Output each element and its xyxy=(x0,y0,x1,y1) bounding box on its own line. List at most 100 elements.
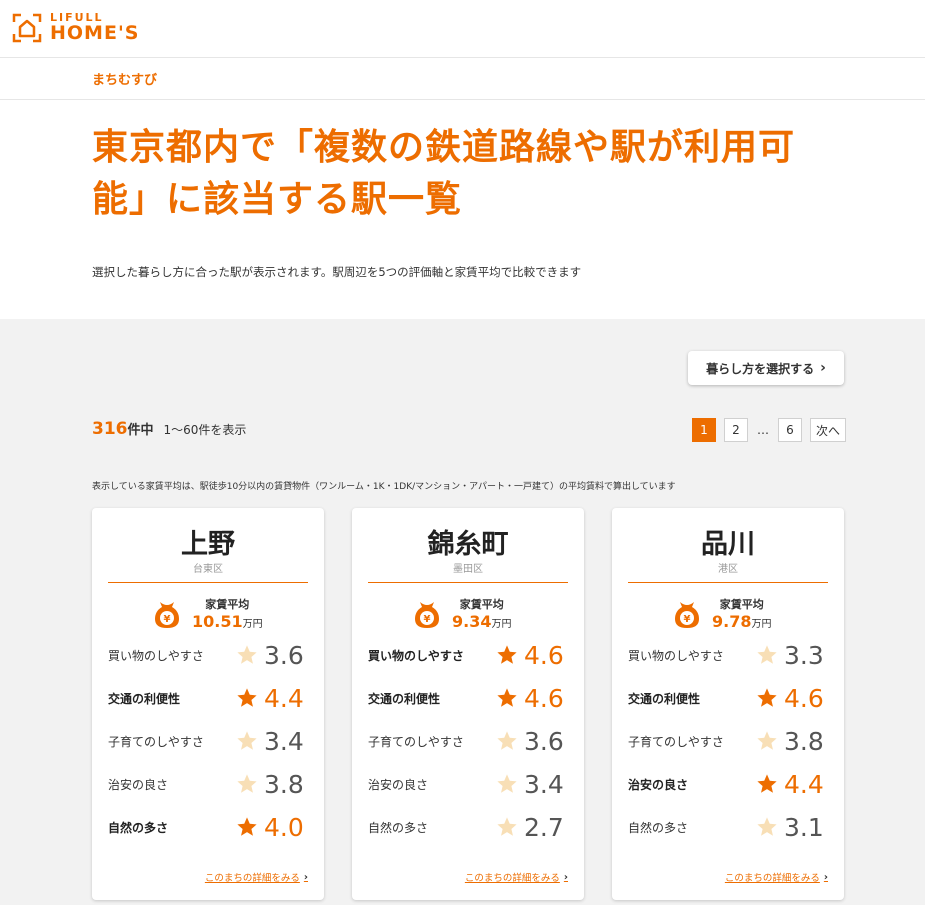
station-card[interactable]: 品川 港区 ¥ 家賃平均 9.78万円 買い物のしやすさ 3.3 交通の利便性 4… xyxy=(612,508,844,900)
metric-score: 3.4 xyxy=(264,726,304,756)
station-ward: 墨田区 xyxy=(453,564,483,575)
star-icon xyxy=(497,688,517,707)
metric-row: 治安の良さ 3.4 xyxy=(368,769,570,799)
metric-row: 子育てのしやすさ 3.4 xyxy=(108,726,310,756)
rent-unit: 万円 xyxy=(242,619,263,630)
star-icon xyxy=(237,645,257,664)
metric-label: 治安の良さ xyxy=(368,777,429,792)
town-detail-label: このまちの詳細をみる xyxy=(464,873,560,884)
star-icon xyxy=(757,731,777,750)
metric-row: 治安の良さ 3.8 xyxy=(108,769,310,799)
yen-purse-icon: ¥ xyxy=(415,601,439,628)
metric-score: 4.6 xyxy=(784,683,824,713)
metric-row: 買い物のしやすさ 3.6 xyxy=(108,640,310,670)
chevron-right-icon: › xyxy=(820,360,826,376)
metric-row: 交通の利便性 4.6 xyxy=(368,683,570,713)
town-detail-link[interactable]: このまちの詳細をみる › xyxy=(464,870,568,885)
town-detail-label: このまちの詳細をみる xyxy=(204,873,300,884)
metric-label: 自然の多さ xyxy=(368,820,429,835)
metric-label: 交通の利便性 xyxy=(108,691,181,706)
divider xyxy=(628,582,828,583)
metric-row: 治安の良さ 4.4 xyxy=(628,769,830,799)
page-2-button[interactable]: 2 xyxy=(724,418,748,442)
rent-average-note: 表示している家賃平均は、駅徒歩10分以内の賃貸物件（ワンルーム・1K・1DK/マ… xyxy=(92,482,676,492)
divider xyxy=(368,582,568,583)
metric-label: 自然の多さ xyxy=(628,820,689,835)
metric-score: 3.8 xyxy=(264,769,304,799)
metric-score: 4.4 xyxy=(264,683,304,713)
metric-row: 交通の利便性 4.6 xyxy=(628,683,830,713)
logo-main-text: HOME'S xyxy=(50,22,140,44)
rent-average: ¥ 家賃平均 9.34万円 xyxy=(410,596,511,631)
metric-score: 2.7 xyxy=(524,812,564,842)
select-lifestyle-button[interactable]: 暮らし方を選択する › xyxy=(688,351,844,385)
town-detail-link[interactable]: このまちの詳細をみる › xyxy=(724,870,828,885)
metric-label: 子育てのしやすさ xyxy=(628,734,724,749)
star-icon xyxy=(497,645,517,664)
metric-label: 子育てのしやすさ xyxy=(108,734,204,749)
rent-value: 9.34 xyxy=(452,612,492,631)
star-icon xyxy=(497,731,517,750)
metric-row: 自然の多さ 4.0 xyxy=(108,812,310,842)
metric-score: 4.6 xyxy=(524,640,564,670)
yen-purse-icon: ¥ xyxy=(155,601,179,628)
star-icon xyxy=(497,817,517,836)
station-name: 上野 xyxy=(181,529,235,560)
star-icon xyxy=(757,774,777,793)
next-page-button[interactable]: 次へ xyxy=(810,418,847,442)
star-icon xyxy=(757,645,777,664)
metric-row: 子育てのしやすさ 3.8 xyxy=(628,726,830,756)
metric-label: 買い物のしやすさ xyxy=(368,648,464,663)
metric-label: 買い物のしやすさ xyxy=(628,648,724,663)
metric-score: 3.1 xyxy=(784,812,824,842)
yen-purse-icon: ¥ xyxy=(675,601,699,628)
page-1-button[interactable]: 1 xyxy=(692,418,716,442)
metric-label: 自然の多さ xyxy=(108,820,169,835)
svg-text:¥: ¥ xyxy=(684,614,691,625)
rent-average: ¥ 家賃平均 9.78万円 xyxy=(670,596,771,631)
star-icon xyxy=(497,774,517,793)
chevron-right-icon: › xyxy=(563,871,568,883)
metric-score: 3.8 xyxy=(784,726,824,756)
metric-row: 子育てのしやすさ 3.6 xyxy=(368,726,570,756)
metric-row: 自然の多さ 3.1 xyxy=(628,812,830,842)
machimusubi-link[interactable]: まちむすび xyxy=(92,69,157,88)
metric-score: 3.6 xyxy=(524,726,564,756)
result-total-unit: 件中 xyxy=(127,423,154,438)
chevron-right-icon: › xyxy=(303,871,308,883)
svg-text:¥: ¥ xyxy=(424,614,431,625)
station-card[interactable]: 上野台東区 ¥ 家賃平均 10.51万円 買い物のしやすさ 3.6 交通の利便性… xyxy=(92,508,324,900)
metric-score: 3.4 xyxy=(524,769,564,799)
star-icon xyxy=(237,731,257,750)
result-count: 316 件中 1〜60件を表示 xyxy=(92,419,246,439)
rent-average: ¥ 家賃平均 10.51万円 xyxy=(150,596,263,631)
star-icon xyxy=(757,688,777,707)
station-ward: 港区 xyxy=(718,564,738,575)
rent-value: 9.78 xyxy=(712,612,752,631)
town-detail-link[interactable]: このまちの詳細をみる › xyxy=(204,870,308,885)
svg-text:¥: ¥ xyxy=(164,614,171,625)
star-icon xyxy=(237,817,257,836)
page-6-button[interactable]: 6 xyxy=(778,418,802,442)
metric-label: 交通の利便性 xyxy=(628,691,701,706)
metric-label: 子育てのしやすさ xyxy=(368,734,464,749)
station-card[interactable]: 錦糸町墨田区 ¥ 家賃平均 9.34万円 買い物のしやすさ 4.6 交通の利便性… xyxy=(352,508,584,900)
station-name: 錦糸町 xyxy=(427,529,509,560)
metric-label: 交通の利便性 xyxy=(368,691,441,706)
site-logo[interactable]: LIFULL HOME'S xyxy=(12,12,139,43)
station-ward: 台東区 xyxy=(193,564,223,575)
rent-label: 家賃平均 xyxy=(459,598,504,611)
station-card-list: 上野台東区 ¥ 家賃平均 10.51万円 買い物のしやすさ 3.6 交通の利便性… xyxy=(92,508,844,900)
metric-row: 自然の多さ 2.7 xyxy=(368,812,570,842)
rent-unit: 万円 xyxy=(751,619,772,630)
town-detail-label: このまちの詳細をみる xyxy=(724,873,820,884)
result-total: 316 xyxy=(92,419,128,439)
metric-row: 交通の利便性 4.4 xyxy=(108,683,310,713)
star-icon xyxy=(757,817,777,836)
metric-score: 4.4 xyxy=(784,769,824,799)
metric-score: 4.6 xyxy=(524,683,564,713)
site-header: LIFULL HOME'S xyxy=(0,0,925,58)
select-lifestyle-label: 暮らし方を選択する xyxy=(706,361,815,376)
rent-label: 家賃平均 xyxy=(719,598,764,611)
metric-row: 買い物のしやすさ 3.3 xyxy=(628,640,830,670)
